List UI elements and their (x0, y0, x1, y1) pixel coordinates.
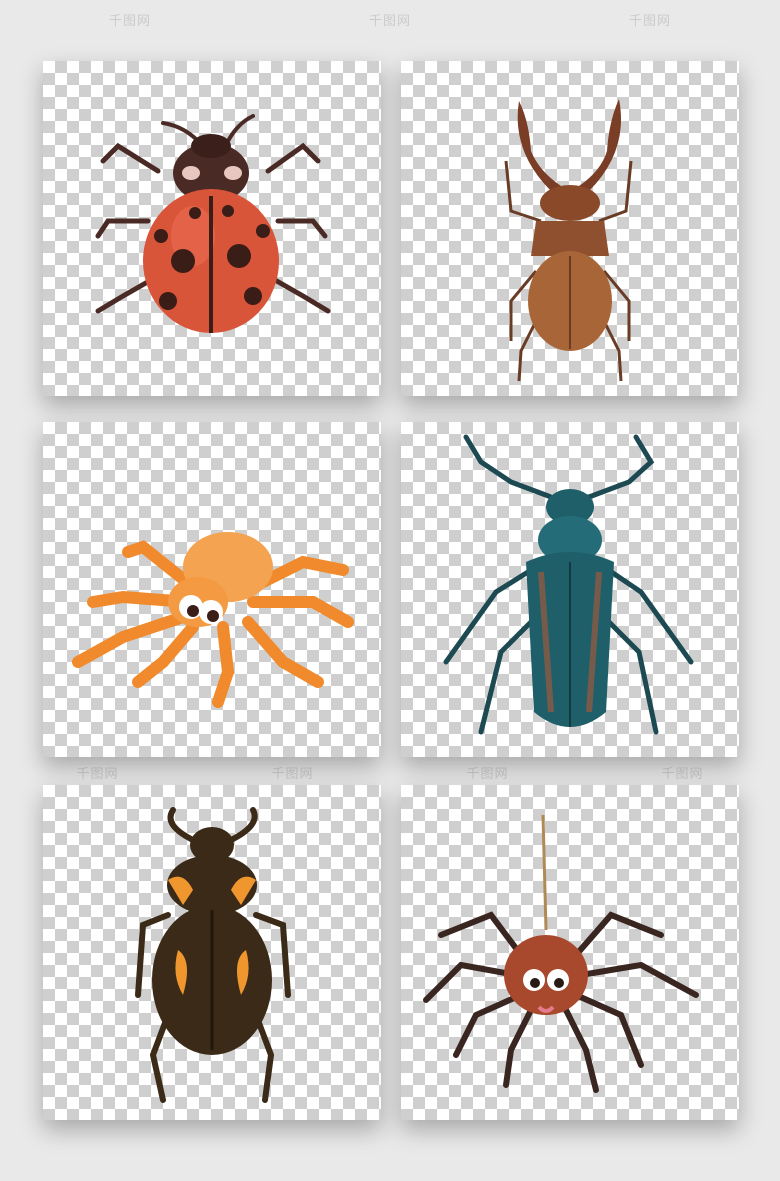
watermark-row-top: 千图网 千图网 千图网 (0, 10, 780, 30)
tile-brown-spider (401, 785, 739, 1120)
tile-stag-beetle (401, 61, 739, 396)
tile-ladybug (43, 61, 381, 396)
orange-cartoon-spider-illustration (72, 532, 354, 708)
stag-beetle-illustration (504, 99, 633, 382)
watermark: 千图网 (271, 767, 314, 782)
black-orange-beetle-illustration (135, 807, 291, 1103)
watermark: 千图网 (628, 14, 671, 29)
watermark: 千图网 (108, 14, 151, 29)
teal-longhorn-beetle-illustration (443, 434, 694, 735)
watermark: 千图网 (76, 767, 119, 782)
tile-teal-beetle (401, 422, 739, 757)
watermark-row-middle: 千图网 千图网 千图网 千图网 (0, 763, 780, 783)
tile-orange-spider (43, 422, 381, 757)
tile-spotted-beetle (43, 785, 381, 1120)
watermark: 千图网 (661, 767, 704, 782)
ladybug-illustration (95, 114, 331, 333)
brown-cartoon-spider-illustration (423, 814, 699, 1093)
watermark: 千图网 (368, 14, 411, 29)
watermark: 千图网 (466, 767, 509, 782)
